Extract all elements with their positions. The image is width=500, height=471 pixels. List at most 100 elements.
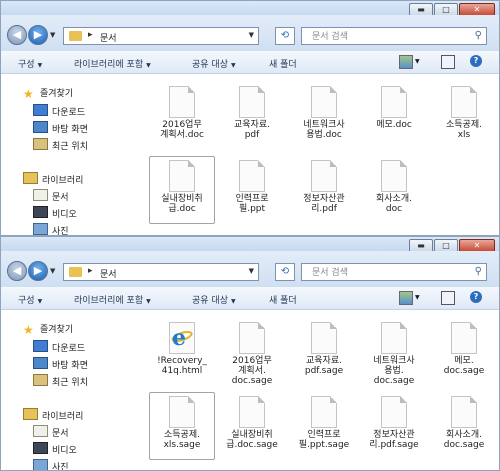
search-input[interactable] xyxy=(310,265,464,281)
change-view-icon[interactable] xyxy=(399,55,413,69)
sidebar-item-videos[interactable]: 비디오 xyxy=(33,206,77,220)
file-item[interactable]: 소득공제. xls.sage xyxy=(149,392,215,460)
file-name: 메모.doc xyxy=(376,120,412,130)
new-folder-button[interactable]: 새 폴더 xyxy=(269,293,297,306)
file-item[interactable]: 메모.doc xyxy=(361,82,427,130)
help-icon[interactable]: ? xyxy=(470,55,482,67)
refresh-icon[interactable]: ⟲ xyxy=(275,263,295,281)
address-bar[interactable]: ▸ 문서 ▼ xyxy=(63,263,259,281)
include-in-library-label: 라이브러리에 포함 xyxy=(74,296,144,306)
sidebar-item-downloads[interactable]: 다운로드 xyxy=(33,104,85,118)
sidebar-item-recent-places[interactable]: 최근 위치 xyxy=(33,138,88,152)
sidebar-item-label: 최근 위치 xyxy=(52,142,88,152)
organize-label: 구성 xyxy=(18,60,35,70)
videos-icon xyxy=(33,442,48,454)
sidebar-item-videos[interactable]: 비디오 xyxy=(33,442,77,456)
chevron-down-icon: ▼ xyxy=(37,62,43,69)
file-item[interactable]: 네트워크사 용법.doc xyxy=(291,82,357,140)
recent-pages-chevron-down-icon[interactable]: ▼ xyxy=(50,267,55,275)
sidebar-libraries[interactable]: 라이브러리 xyxy=(23,408,83,422)
sidebar-libraries[interactable]: 라이브러리 xyxy=(23,172,83,186)
sidebar-favorites[interactable]: ★ 즐겨찾기 xyxy=(23,322,73,337)
search-box[interactable]: ⚲ xyxy=(301,27,487,45)
new-folder-button[interactable]: 새 폴더 xyxy=(269,57,297,70)
file-item[interactable]: 네트워크사 용법. doc.sage xyxy=(361,318,427,386)
file-item[interactable]: 정보자산관 리.pdf.sage xyxy=(361,392,427,450)
document-file-icon xyxy=(381,396,407,428)
address-dropdown-chevron-down-icon[interactable]: ▼ xyxy=(249,267,254,275)
search-box[interactable]: ⚲ xyxy=(301,263,487,281)
file-item[interactable]: e !Recovery_ 41q.html xyxy=(149,318,215,376)
change-view-icon[interactable] xyxy=(399,291,413,305)
title-bar[interactable]: ▬ □ ✕ xyxy=(1,1,499,17)
organize-label: 구성 xyxy=(18,296,35,306)
include-in-library-button[interactable]: 라이브러리에 포함 ▼ xyxy=(74,293,151,306)
document-file-icon xyxy=(311,396,337,428)
back-button[interactable]: ◀ xyxy=(7,261,27,281)
back-button[interactable]: ◀ xyxy=(7,25,27,45)
file-item[interactable]: 정보자산관 리.pdf xyxy=(291,156,357,214)
recent-pages-chevron-down-icon[interactable]: ▼ xyxy=(50,31,55,39)
view-options-chevron-down-icon[interactable]: ▼ xyxy=(415,58,420,65)
organize-button[interactable]: 구성 ▼ xyxy=(18,293,42,306)
refresh-icon[interactable]: ⟲ xyxy=(275,27,295,45)
help-icon[interactable]: ? xyxy=(470,291,482,303)
sidebar-item-pictures[interactable]: 사진 xyxy=(33,223,69,235)
forward-button[interactable]: ▶ xyxy=(28,261,48,281)
breadcrumb-documents[interactable]: 문서 xyxy=(100,31,117,44)
include-in-library-button[interactable]: 라이브러리에 포함 ▼ xyxy=(74,57,151,70)
sidebar-item-documents[interactable]: 문서 xyxy=(33,189,69,203)
view-options-chevron-down-icon[interactable]: ▼ xyxy=(415,294,420,301)
pictures-icon xyxy=(33,459,48,470)
address-bar[interactable]: ▸ 문서 ▼ xyxy=(63,27,259,45)
breadcrumb-documents[interactable]: 문서 xyxy=(100,267,117,280)
forward-button[interactable]: ▶ xyxy=(28,25,48,45)
documents-icon xyxy=(33,425,48,437)
search-icon[interactable]: ⚲ xyxy=(475,266,482,277)
file-item[interactable]: 회사소개. doc xyxy=(361,156,427,214)
address-dropdown-chevron-down-icon[interactable]: ▼ xyxy=(249,31,254,39)
file-name: 교육자료. pdf xyxy=(234,120,270,140)
desktop-icon xyxy=(33,121,48,133)
pane-splitter[interactable] xyxy=(134,310,140,470)
document-file-icon xyxy=(239,396,265,428)
pane-splitter[interactable] xyxy=(134,74,140,235)
file-item[interactable]: 실내장비취 급.doc.sage xyxy=(219,392,285,450)
share-with-button[interactable]: 공유 대상 ▼ xyxy=(192,57,236,70)
breadcrumb-separator-icon[interactable]: ▸ xyxy=(88,30,93,40)
file-item[interactable]: 메모. doc.sage xyxy=(431,318,497,376)
file-item[interactable]: 회사소개. doc.sage xyxy=(431,392,497,450)
search-input[interactable] xyxy=(310,29,464,45)
sidebar-item-desktop[interactable]: 바탕 화면 xyxy=(33,357,88,371)
star-icon: ★ xyxy=(23,87,34,101)
organize-button[interactable]: 구성 ▼ xyxy=(18,57,42,70)
command-bar: 구성 ▼ 라이브러리에 포함 ▼ 공유 대상 ▼ 새 폴더 ▼ ? xyxy=(1,287,499,310)
file-item[interactable]: 실내장비취 급.doc xyxy=(149,156,215,224)
file-item[interactable]: 교육자료. pdf xyxy=(219,82,285,140)
document-file-icon xyxy=(311,160,337,192)
document-file-icon xyxy=(239,160,265,192)
internet-explorer-icon: e xyxy=(169,322,195,354)
sidebar-item-documents[interactable]: 문서 xyxy=(33,425,69,439)
sidebar-favorites[interactable]: ★ 즐겨찾기 xyxy=(23,86,73,101)
sidebar-item-recent-places[interactable]: 최근 위치 xyxy=(33,374,88,388)
breadcrumb-separator-icon[interactable]: ▸ xyxy=(88,266,93,276)
sidebar-item-desktop[interactable]: 바탕 화면 xyxy=(33,121,88,135)
preview-pane-icon[interactable] xyxy=(441,291,455,305)
file-item[interactable]: 2016업무 계획서.doc xyxy=(149,82,215,140)
file-item[interactable]: 소득공제. xls xyxy=(431,82,497,140)
sidebar-item-downloads[interactable]: 다운로드 xyxy=(33,340,85,354)
file-name: 인력프로 필.ppt.sage xyxy=(298,430,350,450)
file-name: 네트워크사 용법. doc.sage xyxy=(373,356,415,386)
file-item[interactable]: 인력프로 필.ppt xyxy=(219,156,285,214)
documents-icon xyxy=(33,189,48,201)
sidebar-item-label: 다운로드 xyxy=(52,344,86,354)
file-item[interactable]: 교육자료. pdf.sage xyxy=(291,318,357,376)
preview-pane-icon[interactable] xyxy=(441,55,455,69)
title-bar[interactable]: ▬ □ ✕ xyxy=(1,237,499,253)
file-item[interactable]: 인력프로 필.ppt.sage xyxy=(291,392,357,450)
file-item[interactable]: 2016업무 계획서. doc.sage xyxy=(219,318,285,386)
share-with-button[interactable]: 공유 대상 ▼ xyxy=(192,293,236,306)
sidebar-item-pictures[interactable]: 사진 xyxy=(33,459,69,470)
search-icon[interactable]: ⚲ xyxy=(475,30,482,41)
